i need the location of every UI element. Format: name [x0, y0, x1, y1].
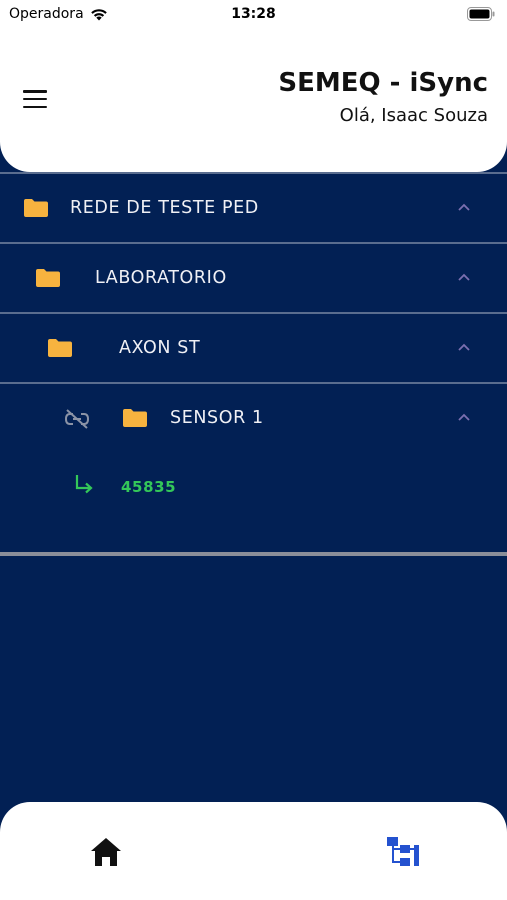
folder-icon	[24, 199, 48, 217]
folder-icon	[48, 339, 72, 357]
tree-node-rede-de-teste-ped[interactable]: REDE DE TESTE PED	[0, 172, 507, 242]
battery-icon	[467, 7, 495, 21]
chevron-up-icon[interactable]	[457, 412, 471, 422]
chevron-up-icon[interactable]	[457, 342, 471, 352]
subdirectory-arrow-icon	[75, 475, 93, 494]
carrier-label: Operadora	[9, 6, 84, 22]
tree-node-sensor-1[interactable]: SENSOR 1	[0, 382, 507, 452]
menu-icon-bar	[23, 97, 47, 101]
wifi-icon	[90, 9, 107, 21]
tree-node-axon-st[interactable]: AXON ST	[0, 312, 507, 382]
unlink-icon[interactable]	[64, 408, 90, 430]
chevron-up-icon[interactable]	[457, 272, 471, 282]
tree-leaf-45835[interactable]: 45835	[0, 452, 507, 552]
tree-node-label: AXON ST	[119, 338, 201, 358]
asset-tree: REDE DE TESTE PED LABORATORIO AXON ST SE…	[0, 172, 507, 556]
tree-node-label: SENSOR 1	[170, 408, 264, 428]
tree-node-laboratorio[interactable]: LABORATORIO	[0, 242, 507, 312]
menu-button[interactable]	[22, 88, 48, 110]
menu-icon-bar	[23, 105, 47, 108]
user-greeting: Olá, Isaac Souza	[339, 105, 488, 126]
tree-divider	[0, 552, 507, 556]
app-title: SEMEQ - iSync	[278, 68, 488, 98]
bottom-tab-bar	[0, 802, 507, 900]
tree-node-label: REDE DE TESTE PED	[70, 198, 259, 218]
status-bar: Operadora 13:28	[0, 0, 507, 28]
menu-icon-bar	[23, 90, 47, 93]
sitemap-icon[interactable]	[386, 836, 420, 868]
tree-leaf-label: 45835	[121, 478, 177, 496]
folder-icon	[36, 269, 60, 287]
tree-node-label: LABORATORIO	[95, 268, 227, 288]
status-left: Operadora	[9, 6, 108, 22]
home-icon[interactable]	[89, 836, 123, 868]
folder-icon	[123, 409, 147, 427]
chevron-up-icon[interactable]	[457, 202, 471, 212]
